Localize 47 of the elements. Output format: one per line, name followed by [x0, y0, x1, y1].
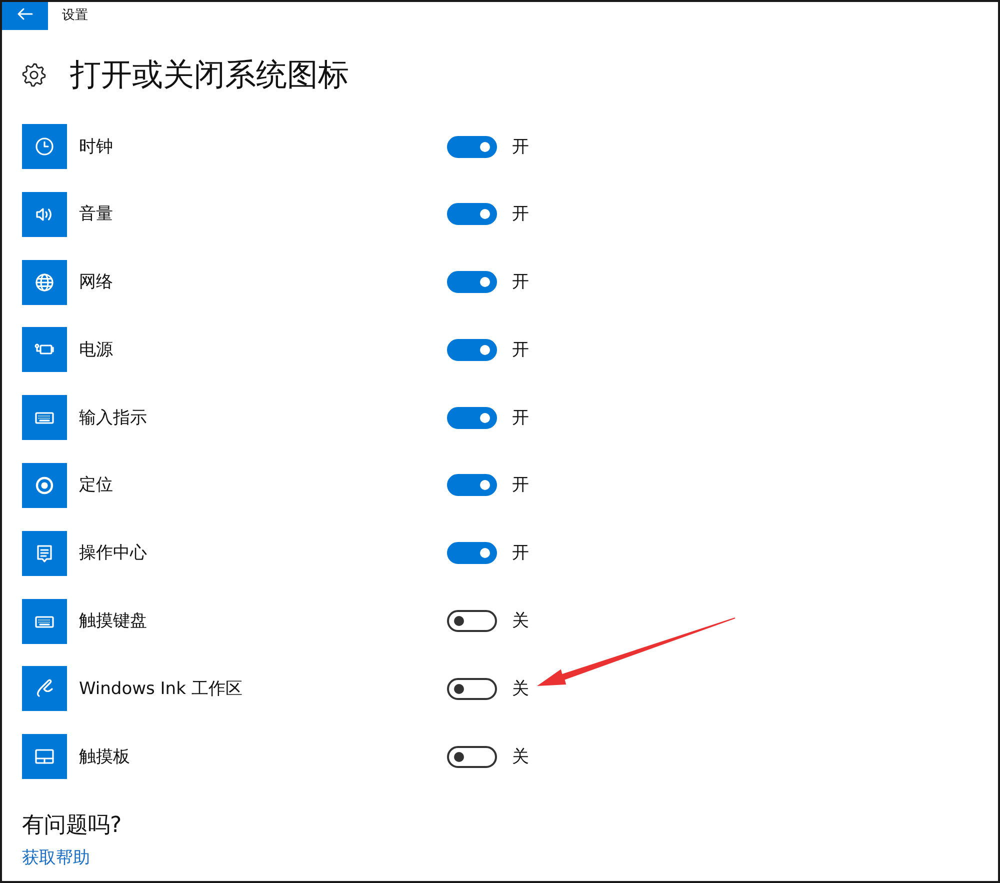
toggle-state-label: 关 [512, 678, 529, 700]
setting-label: 网络 [79, 271, 114, 294]
toggle-state-label: 开 [512, 338, 529, 361]
toggle-switch[interactable] [447, 474, 497, 496]
setting-label: 音量 [79, 203, 114, 226]
toggle-switch[interactable] [447, 746, 497, 768]
speaker-icon [22, 192, 67, 237]
setting-label: 时钟 [79, 136, 114, 158]
toggle-switch[interactable] [447, 406, 497, 429]
toggle-switch[interactable] [447, 610, 497, 632]
keyboard-icon [22, 395, 67, 440]
toggle-state-label: 关 [512, 610, 529, 632]
page-title: 打开或关闭系统图标 [70, 56, 349, 95]
setting-label: 触摸键盘 [79, 610, 148, 632]
get-help-link[interactable]: 获取帮助 [22, 847, 90, 870]
toggle-state-label: 开 [512, 271, 529, 294]
clock-icon [22, 124, 67, 169]
toggle-switch[interactable] [447, 136, 497, 158]
help-heading: 有问题吗? [22, 812, 122, 840]
setting-label: 操作中心 [79, 542, 148, 564]
back-button[interactable] [2, 2, 48, 30]
toggle-state-label: 开 [512, 406, 529, 429]
setting-label: 输入指示 [79, 406, 148, 429]
window-title: 设置 [62, 8, 88, 24]
toggle-state-label: 开 [512, 474, 529, 496]
toggle-state-label: 开 [512, 136, 529, 158]
pen-icon [22, 666, 67, 712]
setting-label: 电源 [79, 338, 114, 361]
touchpad-icon [22, 734, 67, 780]
toggle-state-label: 开 [512, 203, 529, 226]
back-arrow-icon [17, 8, 33, 20]
toggle-switch[interactable] [447, 271, 497, 294]
battery-icon [22, 327, 67, 372]
globe-icon [22, 260, 67, 305]
setting-label: 定位 [79, 474, 114, 496]
toggle-switch[interactable] [447, 542, 497, 564]
message-icon [22, 530, 67, 576]
settings-icon [22, 63, 46, 87]
setting-label: Windows Ink 工作区 [79, 678, 244, 700]
toggle-switch[interactable] [447, 203, 497, 226]
toggle-switch[interactable] [447, 678, 497, 700]
target-icon [22, 462, 67, 508]
toggle-state-label: 关 [512, 746, 529, 768]
keyboard-icon [22, 598, 67, 644]
setting-label: 触摸板 [79, 746, 131, 768]
toggle-state-label: 开 [512, 542, 529, 564]
toggle-switch[interactable] [447, 338, 497, 361]
